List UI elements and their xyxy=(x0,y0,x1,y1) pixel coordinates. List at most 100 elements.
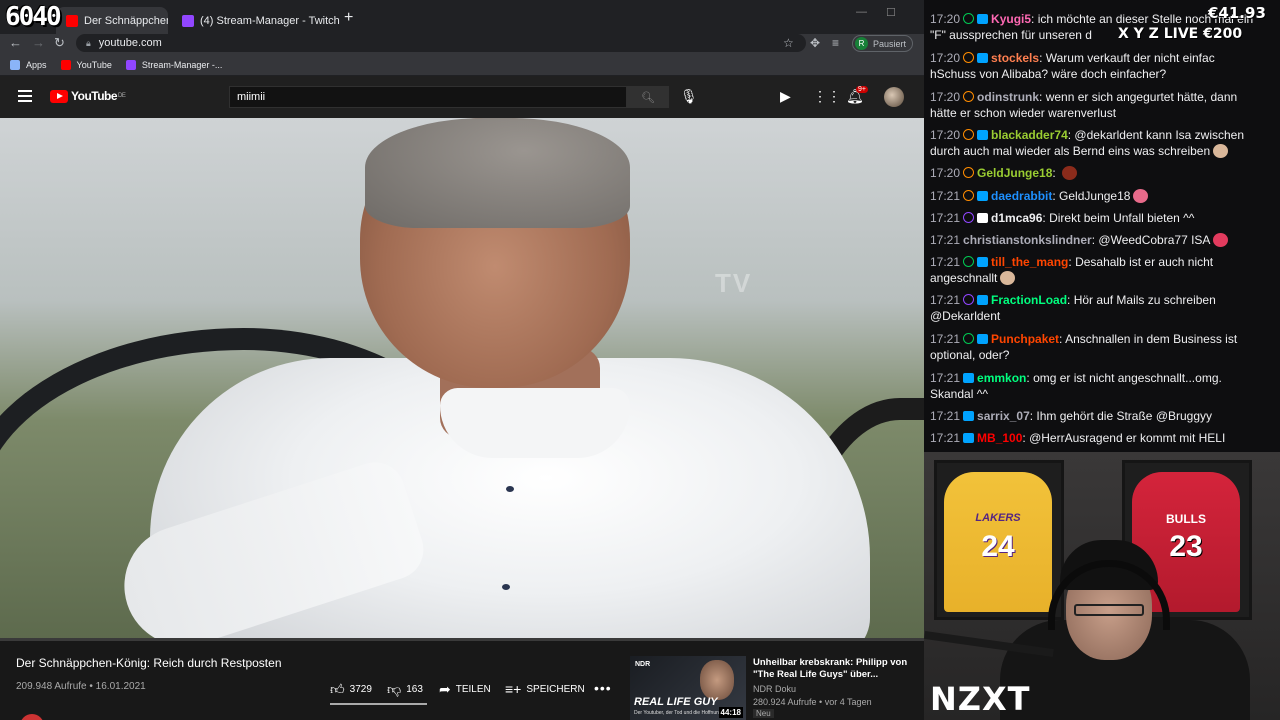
bookmark-label: Stream-Manager -... xyxy=(141,59,223,70)
youtube-icon xyxy=(66,14,78,27)
subscriber-badge-icon xyxy=(977,257,989,267)
chat-separator: : xyxy=(1039,90,1046,104)
chat-timestamp: 17:21 xyxy=(930,332,961,346)
profile-status: Pausiert xyxy=(873,38,907,49)
bookmark-apps[interactable]: Apps xyxy=(10,59,47,70)
thumbnail-face xyxy=(700,660,734,700)
new-badge: Neu xyxy=(753,709,774,718)
video-person-hair xyxy=(365,118,630,228)
microphone-icon[interactable]: 🎙︎ xyxy=(680,88,698,105)
video-title: Der Schnäppchen-König: Reich durch Restp… xyxy=(16,656,282,670)
bookmark-stream-manager[interactable]: Stream-Manager -... xyxy=(125,59,223,70)
chat-username[interactable]: till_the_mang xyxy=(991,255,1068,269)
youtube-logo[interactable]: YouTube DE xyxy=(50,89,126,103)
like-button[interactable]: 👍︎ 3729 xyxy=(330,681,372,698)
recommended-channel[interactable]: NDR Doku xyxy=(753,684,796,694)
tab-youtube-video[interactable]: Der Schnäppchen-König: ... ✕ xyxy=(56,7,168,34)
notification-badge: 9+ xyxy=(856,86,868,93)
recommended-title[interactable]: Unheilbar krebskrank: Philipp von "The R… xyxy=(753,657,913,681)
apps-grid-icon[interactable]: ⋮⋮ xyxy=(813,88,841,105)
video-meta: 209.948 Aufrufe • 16.01.2021 xyxy=(16,681,146,692)
chat-username[interactable]: daedrabbit xyxy=(991,189,1052,203)
share-button[interactable]: ➦ TEILEN xyxy=(439,681,491,698)
search-icon: 🔍︎ xyxy=(641,91,655,104)
dislike-count: 163 xyxy=(406,684,423,695)
chat-badge-icon xyxy=(963,256,975,267)
search-button[interactable]: 🔍︎ xyxy=(627,86,669,108)
stream-counter-overlay: 6040 xyxy=(5,2,62,32)
forward-icon[interactable]: → xyxy=(32,36,45,50)
save-button[interactable]: ≡+ SPEICHERN xyxy=(505,681,585,697)
subscriber-badge-icon xyxy=(977,191,989,201)
recommended-thumbnail[interactable]: NDR REAL LIFE GUY Der Youtuber, der Tod … xyxy=(630,656,746,720)
chat-username[interactable]: sarrix_07 xyxy=(977,409,1030,423)
playlist-add-icon: ≡+ xyxy=(505,681,522,697)
twitch-icon xyxy=(125,59,136,70)
chat-timestamp: 17:20 xyxy=(930,128,961,142)
bookmark-label: YouTube xyxy=(76,59,112,70)
address-bar[interactable]: 🔒︎ youtube.com xyxy=(76,34,806,52)
tab-twitch[interactable]: (4) Stream-Manager - Twitch ✕ xyxy=(172,7,340,34)
subscriber-badge-icon xyxy=(963,411,975,421)
chat-text: GeldJunge18 xyxy=(1059,189,1131,203)
like-ratio-bar xyxy=(330,703,427,705)
chat-username[interactable]: stockels xyxy=(991,51,1039,65)
bookmark-youtube[interactable]: YouTube xyxy=(60,59,112,70)
chat-emote-icon xyxy=(1000,271,1016,285)
subscriber-badge-icon xyxy=(977,14,989,24)
chat-message: 17:21 christianstonkslindner: @WeedCobra7… xyxy=(930,232,1260,248)
reading-list-icon[interactable]: ≡ xyxy=(832,36,839,50)
shirt-button xyxy=(506,486,514,492)
chat-text: @HerrAusragend er kommt mit HELI xyxy=(1029,431,1226,445)
chat-timestamp: 17:21 xyxy=(930,431,961,445)
bookmarks-bar: Apps YouTube Stream-Manager -... xyxy=(0,54,924,76)
tab-bar: Der Schnäppchen-König: ... ✕ (4) Stream-… xyxy=(0,0,924,34)
bookmark-star-icon[interactable]: ☆ xyxy=(783,36,794,50)
create-video-icon[interactable]: ▶ xyxy=(780,88,791,105)
profile-button[interactable]: R Pausiert xyxy=(852,35,914,52)
dislike-button[interactable]: 👎︎ 163 xyxy=(387,681,423,698)
video-player[interactable]: TV xyxy=(0,118,924,640)
reload-icon[interactable]: ↻ xyxy=(54,36,65,50)
minimize-icon[interactable]: — xyxy=(856,6,867,18)
chat-username[interactable]: christianstonkslindner xyxy=(963,233,1092,247)
chat-badge-icon xyxy=(963,52,975,63)
chat-username[interactable]: MB_100 xyxy=(977,431,1022,445)
maximize-icon[interactable]: ☐ xyxy=(886,6,896,19)
chat-username[interactable]: blackadder74 xyxy=(991,128,1068,142)
chat-badge-icon xyxy=(963,129,975,140)
thumbnail-logo: NDR xyxy=(635,661,651,668)
search-input[interactable] xyxy=(229,86,627,108)
thumbnail-text: REAL LIFE GUY xyxy=(634,696,718,708)
lock-icon: 🔒︎ xyxy=(86,37,91,48)
chat-timestamp: 17:20 xyxy=(930,90,961,104)
account-avatar[interactable] xyxy=(884,87,904,107)
new-tab-button[interactable]: + xyxy=(344,9,353,27)
chat-username[interactable]: d1mca96 xyxy=(991,211,1042,225)
chat-username[interactable]: FractionLoad xyxy=(991,293,1067,307)
chat-timestamp: 17:20 xyxy=(930,12,961,26)
youtube-icon xyxy=(60,59,71,70)
chat-username[interactable]: Punchpaket xyxy=(991,332,1059,346)
chat-username[interactable]: GeldJunge18 xyxy=(977,166,1052,180)
address-text: youtube.com xyxy=(98,37,162,49)
chat-message: 17:21 daedrabbit: GeldJunge18 xyxy=(930,188,1260,204)
chat-username[interactable]: odinstrunk xyxy=(977,90,1039,104)
streamer-glasses xyxy=(1074,604,1144,616)
chat-timestamp: 17:20 xyxy=(930,51,961,65)
video-person-collar xyxy=(440,388,630,458)
profile-avatar: R xyxy=(855,37,868,50)
more-actions-icon[interactable]: ••• xyxy=(594,680,612,696)
hamburger-menu-icon[interactable] xyxy=(18,90,32,102)
tab-label: (4) Stream-Manager - Twitch xyxy=(200,14,340,27)
chat-badge-icon xyxy=(963,91,975,102)
extensions-icon[interactable]: ✥ xyxy=(810,36,820,50)
chat-separator: : xyxy=(1039,51,1046,65)
chat-emote-icon xyxy=(1133,189,1149,203)
chat-username[interactable]: emmkon xyxy=(977,371,1026,385)
logo-country: DE xyxy=(118,93,126,99)
chat-timestamp: 17:21 xyxy=(930,211,961,225)
back-icon[interactable]: ← xyxy=(9,36,22,50)
chat-username[interactable]: Kyugi5 xyxy=(991,12,1031,26)
chat-separator: : xyxy=(1067,293,1074,307)
